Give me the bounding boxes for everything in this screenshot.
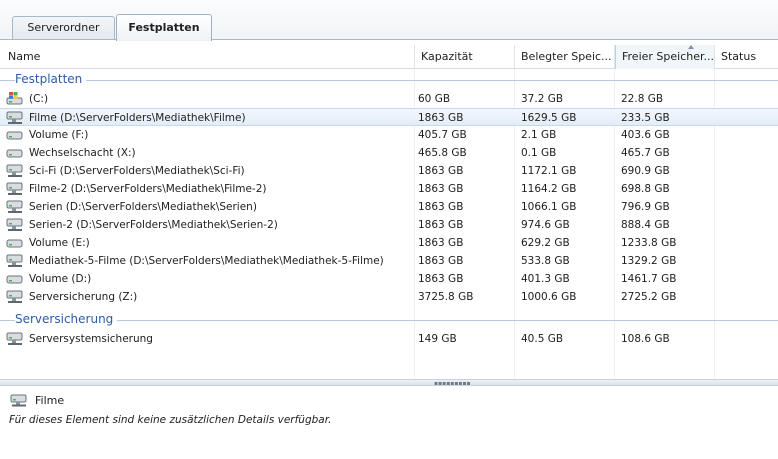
row-free: 465.7 GB xyxy=(621,147,670,159)
table-row[interactable]: Sci-Fi (D:\ServerFolders\Mediathek\Sci-F… xyxy=(0,162,778,180)
row-name: Volume (F:) xyxy=(29,129,89,141)
group-header-label: Serversicherung xyxy=(15,312,118,326)
row-used: 40.5 GB xyxy=(521,333,564,345)
shared-drive-icon xyxy=(6,332,23,345)
row-used: 629.2 GB xyxy=(521,237,570,249)
shared-drive-icon xyxy=(6,200,23,213)
shared-drive-icon xyxy=(6,290,23,303)
details-title: Filme xyxy=(35,394,65,407)
drive-icon xyxy=(6,239,23,248)
details-text: Für dieses Element sind keine zusätzlich… xyxy=(9,414,332,426)
row-free: 108.6 GB xyxy=(621,333,670,345)
row-capacity: 1863 GB xyxy=(418,255,464,267)
row-name: Volume (D:) xyxy=(29,273,92,285)
row-capacity: 1863 GB xyxy=(418,237,464,249)
drive-icon xyxy=(6,149,23,158)
drive-icon xyxy=(6,131,23,140)
row-capacity: 1863 GB xyxy=(418,112,464,124)
row-free: 1329.2 GB xyxy=(621,255,677,267)
shared-drive-icon xyxy=(6,182,23,195)
row-name: Serien-2 (D:\ServerFolders\Mediathek\Ser… xyxy=(29,219,278,231)
column-header-row: Name Kapazität Belegter Speic... Freier … xyxy=(0,45,778,69)
tab-festplatten[interactable]: Festplatten xyxy=(116,14,212,41)
table-row[interactable]: Filme-2 (D:\ServerFolders\Mediathek\Film… xyxy=(0,180,778,198)
row-free: 1461.7 GB xyxy=(621,273,677,285)
row-name: Filme (D:\ServerFolders\Mediathek\Filme) xyxy=(29,112,246,124)
row-name: Serversicherung (Z:) xyxy=(29,291,138,303)
row-used: 2.1 GB xyxy=(521,129,557,141)
details-pane: Filme Für dieses Element sind keine zusä… xyxy=(0,386,778,459)
row-name: (C:) xyxy=(29,93,49,105)
shared-drive-icon xyxy=(10,394,27,407)
group-header[interactable]: Serversicherung xyxy=(0,312,778,328)
row-used: 0.1 GB xyxy=(521,147,557,159)
row-name: Serien (D:\ServerFolders\Mediathek\Serie… xyxy=(29,201,257,213)
row-free: 22.8 GB xyxy=(621,93,664,105)
row-free: 690.9 GB xyxy=(621,165,670,177)
table-row[interactable]: Serversystemsicherung 149 GB 40.5 GB 108.6 … xyxy=(0,330,778,348)
row-name: Mediathek-5-Filme (D:\ServerFolders\Medi… xyxy=(29,255,384,267)
table-row[interactable]: Volume (E:) 1863 GB 629.2 GB 1233.8 GB xyxy=(0,234,778,252)
table-row[interactable]: Volume (F:) 405.7 GB 2.1 GB 403.6 GB xyxy=(0,126,778,144)
row-free: 403.6 GB xyxy=(621,129,670,141)
table-row[interactable]: Serien (D:\ServerFolders\Mediathek\Serie… xyxy=(0,198,778,216)
table-row[interactable]: Serien-2 (D:\ServerFolders\Mediathek\Ser… xyxy=(0,216,778,234)
group-header-label: Festplatten xyxy=(15,72,87,86)
row-free: 698.8 GB xyxy=(621,183,670,195)
row-name: Filme-2 (D:\ServerFolders\Mediathek\Film… xyxy=(29,183,267,195)
row-name: Volume (E:) xyxy=(29,237,90,249)
row-used: 974.6 GB xyxy=(521,219,570,231)
row-used: 1164.2 GB xyxy=(521,183,577,195)
table-row[interactable]: Volume (D:) 1863 GB 401.3 GB 1461.7 GB xyxy=(0,270,778,288)
row-capacity: 405.7 GB xyxy=(418,129,467,141)
shared-drive-icon xyxy=(6,164,23,177)
row-name: Sci-Fi (D:\ServerFolders\Mediathek\Sci-F… xyxy=(29,165,245,177)
shared-drive-icon xyxy=(6,218,23,231)
row-capacity: 1863 GB xyxy=(418,165,464,177)
row-free: 888.4 GB xyxy=(621,219,670,231)
row-name: Wechselschacht (X:) xyxy=(29,147,136,159)
tab-serverordner[interactable]: Serverordner xyxy=(12,16,115,40)
row-capacity: 3725.8 GB xyxy=(418,291,474,303)
row-used: 401.3 GB xyxy=(521,273,570,285)
pane-splitter[interactable]: ▪▪▪▪▪▪▪▪▪ xyxy=(0,379,778,387)
row-capacity: 465.8 GB xyxy=(418,147,467,159)
column-header-status[interactable]: Status xyxy=(715,45,778,69)
column-header-name[interactable]: Name xyxy=(0,45,415,69)
row-capacity: 1863 GB xyxy=(418,273,464,285)
column-header-free[interactable]: Freier Speicher... xyxy=(615,45,715,69)
group-header[interactable]: Festplatten xyxy=(0,72,778,88)
windows-drive-icon xyxy=(6,92,23,105)
row-used: 533.8 GB xyxy=(521,255,570,267)
row-free: 233.5 GB xyxy=(621,112,670,124)
group-divider xyxy=(0,80,778,81)
column-header-capacity[interactable]: Kapazität xyxy=(415,45,515,69)
table-row[interactable]: Wechselschacht (X:) 465.8 GB 0.1 GB 465.7 G… xyxy=(0,144,778,162)
table-row[interactable]: Filme (D:\ServerFolders\Mediathek\Filme)… xyxy=(0,108,778,126)
row-name: Serversystemsicherung xyxy=(29,333,153,345)
row-used: 37.2 GB xyxy=(521,93,564,105)
tab-bar: Serverordner Festplatten xyxy=(0,0,778,41)
shared-drive-icon xyxy=(6,254,23,267)
drive-icon xyxy=(6,275,23,284)
row-capacity: 149 GB xyxy=(418,333,457,345)
shared-drive-icon xyxy=(6,111,23,124)
table-row[interactable]: Serversicherung (Z:) 3725.8 GB 1000.6 GB 27… xyxy=(0,288,778,306)
column-header-used[interactable]: Belegter Speic... xyxy=(515,45,615,69)
row-free: 2725.2 GB xyxy=(621,291,677,303)
row-used: 1000.6 GB xyxy=(521,291,577,303)
row-free: 796.9 GB xyxy=(621,201,670,213)
row-capacity: 60 GB xyxy=(418,93,451,105)
row-capacity: 1863 GB xyxy=(418,183,464,195)
sort-ascending-icon xyxy=(688,45,694,49)
row-used: 1629.5 GB xyxy=(521,112,577,124)
row-capacity: 1863 GB xyxy=(418,219,464,231)
table-row[interactable]: Mediathek-5-Filme (D:\ServerFolders\Medi… xyxy=(0,252,778,270)
row-used: 1172.1 GB xyxy=(521,165,577,177)
row-used: 1066.1 GB xyxy=(521,201,577,213)
row-free: 1233.8 GB xyxy=(621,237,677,249)
table-row[interactable]: (C:) 60 GB 37.2 GB 22.8 GB xyxy=(0,90,778,108)
row-capacity: 1863 GB xyxy=(418,201,464,213)
